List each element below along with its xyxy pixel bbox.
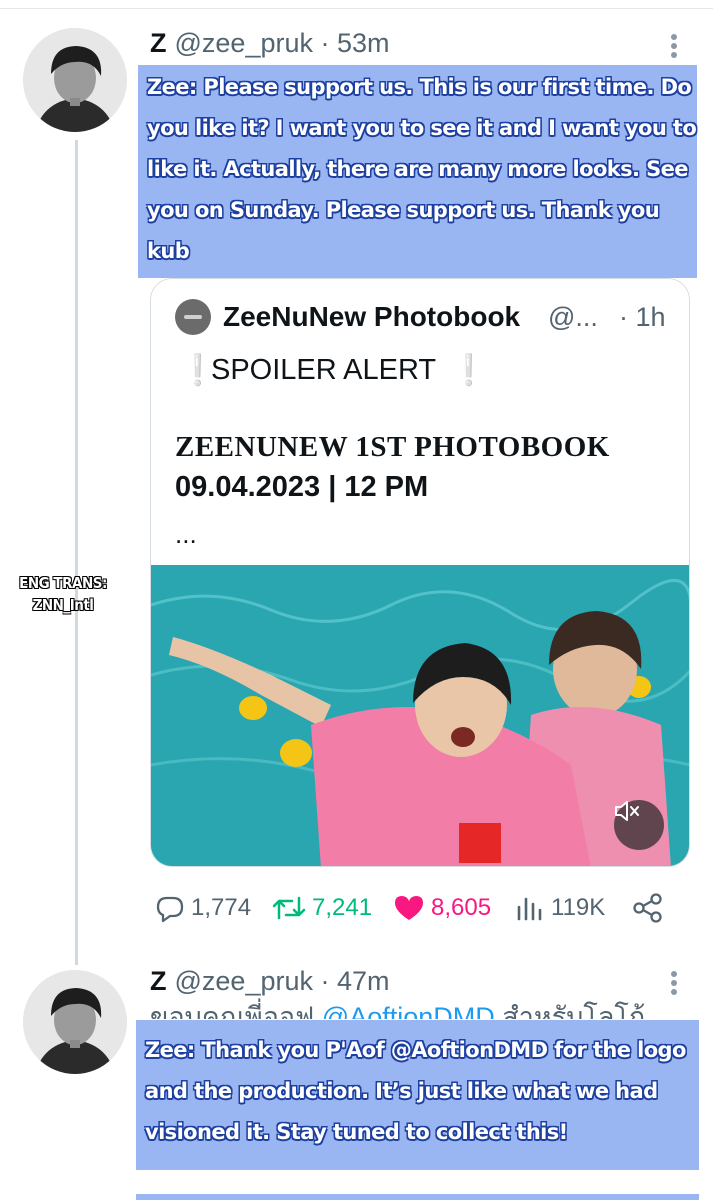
timestamp[interactable]: 53m bbox=[337, 28, 390, 58]
view-count: 119K bbox=[551, 894, 606, 921]
translation-overlay: Zee: Thank you P'Aof @AoftionDMD for the… bbox=[136, 1020, 699, 1170]
thai-text-start: ขอบคุณพี่ออฟ bbox=[150, 1002, 315, 1019]
tweet-header: Z @zee_pruk · 53m bbox=[150, 28, 390, 59]
quote-timestamp: · 1h bbox=[619, 302, 666, 332]
quote-display-name: ZeeNuNew Photobook bbox=[223, 301, 521, 332]
thai-text-end: สำหรับโลโก้ bbox=[502, 1002, 646, 1019]
avatar-photo bbox=[23, 970, 127, 1074]
photobook-title: ZEENUNEW 1ST PHOTOBOOK bbox=[175, 431, 610, 463]
heart-icon bbox=[395, 896, 423, 920]
avatar-photo bbox=[23, 28, 127, 132]
like-button[interactable]: 8,605 bbox=[393, 890, 491, 926]
truncation-ellipsis: ... bbox=[175, 519, 197, 549]
video-media[interactable] bbox=[151, 565, 689, 866]
separator: · bbox=[320, 28, 330, 58]
display-name[interactable]: Z bbox=[150, 28, 167, 58]
photobook-date: 09.04.2023 | 12 PM bbox=[175, 471, 429, 503]
credit-line-1: ENG TRANS: bbox=[19, 574, 107, 592]
action-bar: 1,774 7,241 8,605 119K bbox=[0, 890, 713, 926]
more-icon[interactable] bbox=[664, 31, 684, 61]
quote-avatar bbox=[175, 299, 211, 335]
share-button[interactable] bbox=[632, 890, 670, 926]
views-icon bbox=[517, 897, 542, 921]
spoiler-text: SPOILER ALERT bbox=[211, 354, 437, 386]
handle[interactable]: @zee_pruk bbox=[175, 28, 313, 58]
exclamation-icon: ❕ bbox=[179, 354, 217, 387]
spoiler-line: ❕ SPOILER ALERT ❕ bbox=[179, 353, 488, 388]
handle[interactable]: @zee_pruk bbox=[175, 966, 313, 996]
retweet-count: 7,241 bbox=[312, 894, 373, 921]
mention-link[interactable]: @AoftionDMD bbox=[322, 1002, 495, 1019]
separator: · bbox=[320, 966, 330, 996]
mute-icon[interactable] bbox=[614, 800, 664, 850]
views-button[interactable]: 119K bbox=[515, 890, 605, 926]
retweet-button[interactable]: 7,241 bbox=[272, 890, 372, 926]
quote-tweet-card[interactable]: ZeeNuNew Photobook @... · 1h ❕ SPOILER A… bbox=[150, 278, 690, 867]
avatar[interactable] bbox=[23, 28, 127, 132]
pool-video-frame bbox=[151, 565, 689, 866]
top-divider bbox=[0, 8, 713, 9]
exclamation-icon: ❕ bbox=[450, 354, 488, 387]
timestamp[interactable]: 47m bbox=[337, 966, 390, 996]
translator-credit: ENG TRANS: ZNN_Intl bbox=[12, 572, 114, 616]
avatar[interactable] bbox=[23, 970, 127, 1074]
translation-overlay: Zee: Please support us. This is our firs… bbox=[138, 65, 697, 278]
retweet-icon bbox=[272, 896, 306, 920]
next-translation-overlay-edge bbox=[136, 1194, 699, 1200]
tweet-header: Z @zee_pruk · 47m bbox=[150, 966, 390, 997]
more-icon[interactable] bbox=[664, 968, 684, 998]
like-count: 8,605 bbox=[431, 894, 492, 921]
display-name[interactable]: Z bbox=[150, 966, 167, 996]
original-tweet-text-partial: ขอบคุณพี่ออฟ @AoftionDMD สำหรับโลโก้ bbox=[150, 995, 690, 1019]
reply-icon bbox=[156, 896, 184, 923]
credit-line-2: ZNN_Intl bbox=[32, 596, 94, 614]
reply-count: 1,774 bbox=[191, 894, 252, 921]
share-icon bbox=[633, 893, 662, 923]
reply-button[interactable]: 1,774 bbox=[155, 890, 251, 926]
quote-handle: @... bbox=[548, 302, 598, 332]
thread-connector-line bbox=[75, 140, 78, 965]
